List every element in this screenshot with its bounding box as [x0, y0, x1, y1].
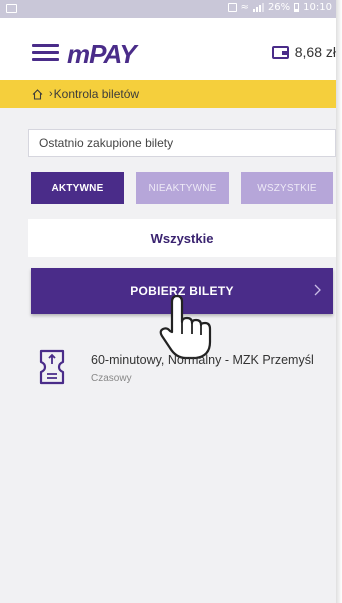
status-bar: ≈ 26% 10:10: [0, 0, 336, 18]
battery-percent: 26%: [267, 2, 291, 13]
breadcrumb-separator: ›: [49, 88, 53, 100]
wallet-balance[interactable]: 8,68 zł: [271, 44, 336, 60]
phone-screen: ≈ 26% 10:10 mPAY 8,68 zł › Kontrola bile…: [0, 0, 336, 603]
status-icons: ≈ 26% 10:10: [227, 2, 332, 13]
breadcrumb-current: Kontrola biletów: [53, 87, 140, 101]
wallet-icon: [271, 45, 289, 59]
clock: 10:10: [303, 2, 332, 13]
side-shadow: [336, 0, 342, 603]
tab-inactive[interactable]: NIEAKTYWNE: [136, 172, 229, 204]
image-notification-icon: [6, 4, 17, 13]
chevron-right-icon: [314, 284, 321, 296]
app-bar: mPAY 8,68 zł: [0, 18, 336, 80]
filter-label: Wszystkie: [28, 219, 336, 257]
ticket-item[interactable]: 60-minutowy, Normalny - MZK Przemyśl Cza…: [38, 349, 336, 389]
balance-amount: 8,68 zł: [294, 44, 336, 60]
section-title: Ostatnio zakupione bilety: [28, 129, 336, 157]
breadcrumb: › Kontrola biletów: [0, 80, 336, 108]
nfc-icon: [227, 3, 237, 12]
battery-icon: [294, 3, 300, 12]
tab-active[interactable]: AKTYWNE: [31, 172, 124, 204]
wifi-icon: ≈: [240, 2, 249, 13]
ticket-name: 60-minutowy, Normalny - MZK Przemyśl: [91, 353, 314, 367]
signal-icon: [252, 3, 264, 12]
menu-icon[interactable]: [32, 44, 59, 61]
app-logo: mPAY: [67, 39, 137, 69]
ticket-type: Czasowy: [91, 373, 132, 384]
ticket-icon: [39, 349, 65, 385]
home-icon[interactable]: [32, 88, 43, 100]
tab-all[interactable]: WSZYSTKIE: [241, 172, 333, 204]
